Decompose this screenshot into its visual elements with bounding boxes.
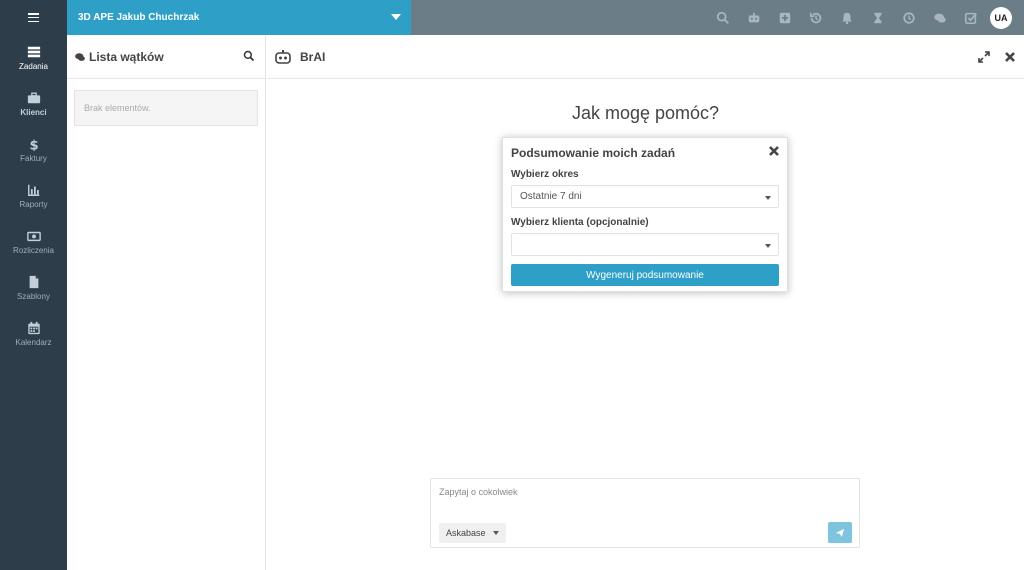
chat-title: BrAI xyxy=(300,49,326,64)
robot-icon[interactable] xyxy=(738,0,769,35)
sidebar-item-zadania[interactable]: Zadania xyxy=(0,35,67,81)
chat-input[interactable]: Zapytaj o cokolwiek xyxy=(439,487,518,497)
clock-icon[interactable] xyxy=(893,0,924,35)
main-sidebar: Zadania Klienci $ Faktury Raporty Rozlic… xyxy=(0,35,67,570)
chat-composer: Zapytaj o cokolwiek Askabase xyxy=(430,478,860,548)
client-label: Wybierz klienta (opcjonalnie) xyxy=(511,217,649,228)
chevron-down-icon xyxy=(493,531,499,535)
close-icon[interactable] xyxy=(768,145,780,157)
period-label: Wybierz okres xyxy=(511,169,579,180)
expand-icon[interactable] xyxy=(976,49,992,65)
plus-square-icon[interactable] xyxy=(769,0,800,35)
search-icon[interactable] xyxy=(707,0,738,35)
company-name: 3D APE Jakub Chuchrzak xyxy=(78,12,200,23)
company-selector[interactable]: 3D APE Jakub Chuchrzak xyxy=(67,0,411,35)
dollar-icon: $ xyxy=(29,138,38,151)
history-icon[interactable] xyxy=(800,0,831,35)
send-icon xyxy=(835,528,845,537)
sidebar-item-label: Zadania xyxy=(19,62,48,71)
briefcase-icon xyxy=(27,92,40,104)
sidebar-item-label: Faktury xyxy=(20,154,47,163)
empty-thread-list: Brak elementów. xyxy=(74,90,258,126)
hamburger-icon xyxy=(28,13,39,22)
caret-down-icon xyxy=(391,14,401,20)
sidebar-item-rozliczenia[interactable]: Rozliczenia xyxy=(0,219,67,265)
modal-title: Podsumowanie moich zadań xyxy=(511,146,676,160)
robot-icon xyxy=(275,49,291,64)
client-select[interactable] xyxy=(511,233,779,256)
file-icon xyxy=(29,275,38,289)
thread-list-panel: Lista wątków Brak elementów. xyxy=(67,35,266,570)
search-icon[interactable] xyxy=(243,50,255,62)
bar-chart-icon xyxy=(27,184,39,196)
avatar[interactable]: UA xyxy=(990,6,1012,29)
comments-icon xyxy=(75,52,85,61)
sidebar-item-kalendarz[interactable]: Kalendarz xyxy=(0,311,67,357)
close-icon[interactable] xyxy=(1002,49,1018,65)
chevron-down-icon xyxy=(765,196,771,200)
thread-list-title: Lista wątków xyxy=(89,49,164,64)
chat-icon[interactable] xyxy=(924,0,955,35)
sidebar-item-label: Kalendarz xyxy=(15,338,52,347)
checkbox-icon[interactable] xyxy=(955,0,986,35)
calendar-icon xyxy=(27,321,40,335)
bell-icon[interactable] xyxy=(831,0,862,35)
send-button[interactable] xyxy=(828,522,852,543)
tasks-icon xyxy=(27,46,40,58)
hourglass-icon[interactable] xyxy=(862,0,893,35)
sidebar-item-szablony[interactable]: Szablony xyxy=(0,265,67,311)
sidebar-item-raporty[interactable]: Raporty xyxy=(0,173,67,219)
thread-list-header: Lista wątków xyxy=(67,35,265,79)
svg-text:$: $ xyxy=(29,138,38,151)
knowledge-base-value: Askabase xyxy=(446,528,486,538)
money-icon xyxy=(26,231,41,242)
chat-header-actions xyxy=(966,49,1018,65)
sidebar-item-label: Szablony xyxy=(17,292,50,301)
period-select[interactable]: Ostatnie 7 dni xyxy=(511,185,779,208)
sidebar-item-label: Klienci xyxy=(20,108,47,117)
knowledge-base-select[interactable]: Askabase xyxy=(439,523,506,543)
sidebar-item-klienci[interactable]: Klienci xyxy=(0,81,67,127)
menu-toggle-button[interactable] xyxy=(0,0,67,35)
top-icon-bar: UA xyxy=(707,0,1012,35)
chevron-down-icon xyxy=(765,244,771,248)
generate-summary-button[interactable]: Wygeneruj podsumowanie xyxy=(511,264,779,286)
chat-greeting: Jak mogę pomóc? xyxy=(571,103,720,123)
sidebar-item-label: Raporty xyxy=(19,200,48,209)
sidebar-item-faktury[interactable]: $ Faktury xyxy=(0,127,67,173)
top-bar: 3D APE Jakub Chuchrzak UA xyxy=(0,0,1024,35)
chat-header: BrAI xyxy=(267,35,1024,79)
summary-modal: Podsumowanie moich zadań Wybierz okres O… xyxy=(502,137,788,292)
period-select-value: Ostatnie 7 dni xyxy=(520,191,582,202)
sidebar-item-label: Rozliczenia xyxy=(13,246,54,255)
